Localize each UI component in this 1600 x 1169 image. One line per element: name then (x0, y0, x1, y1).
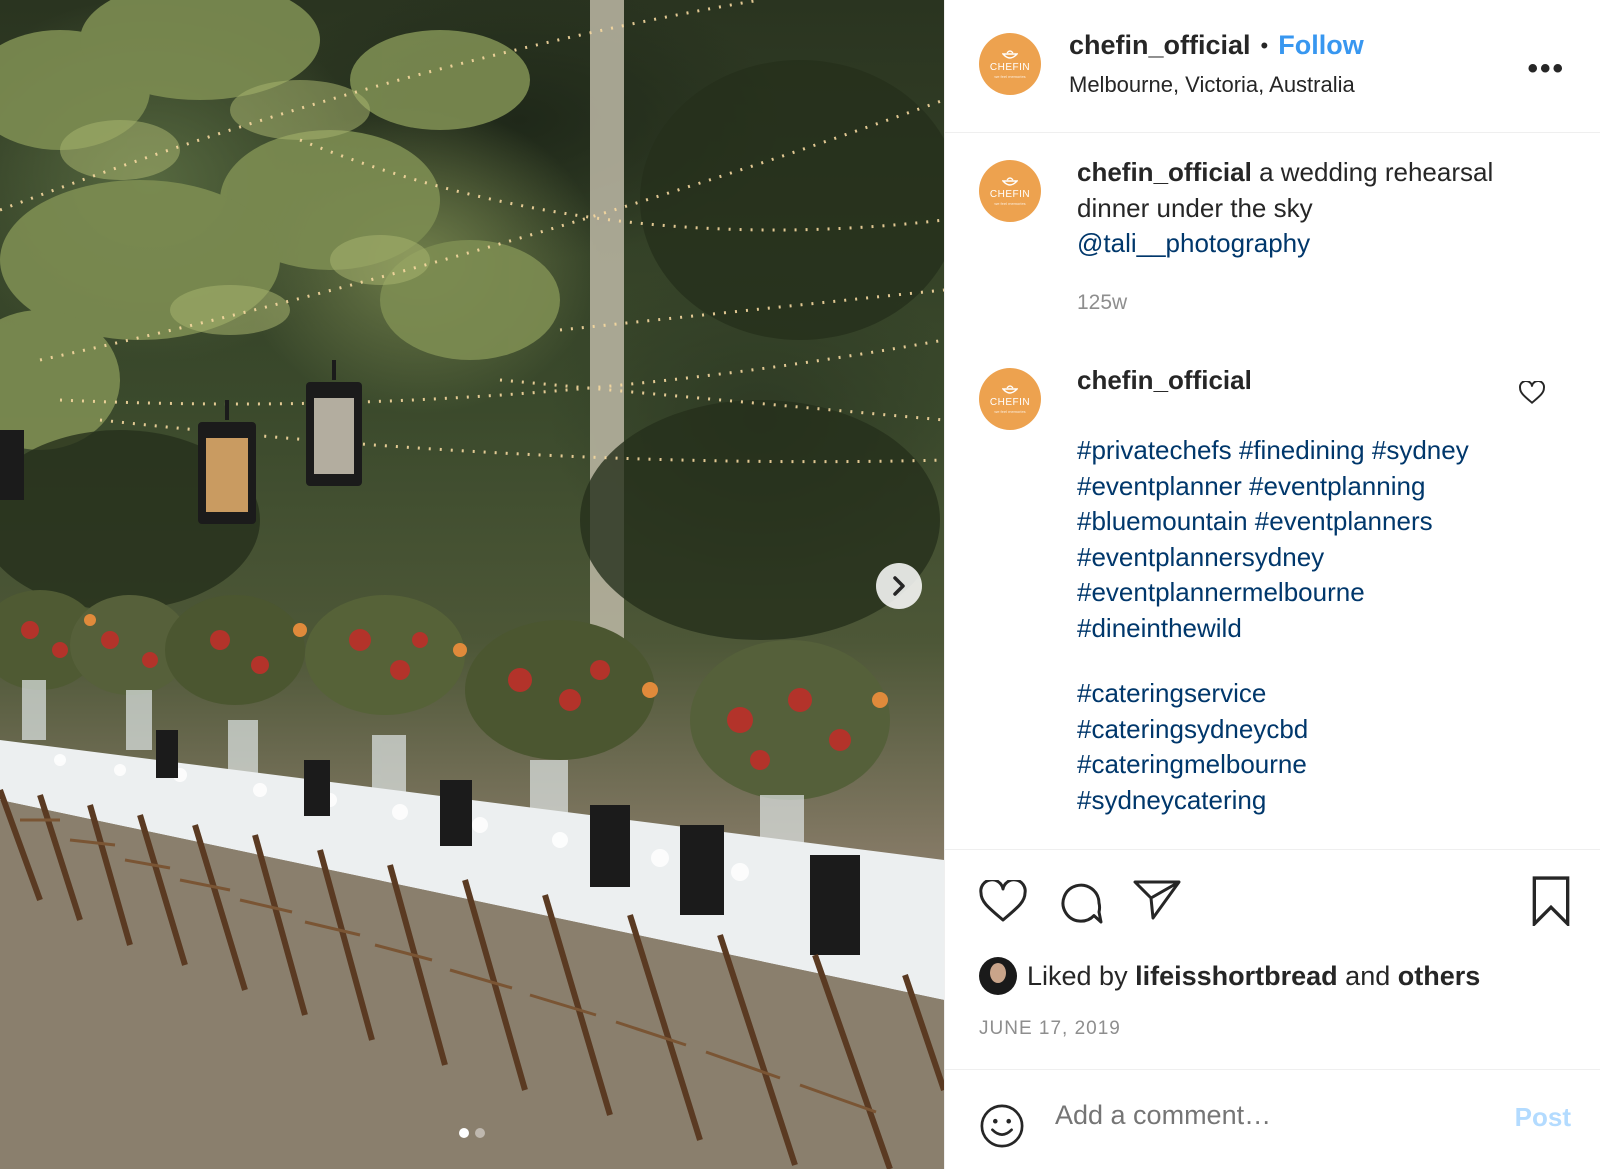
likes-middle: and (1345, 960, 1391, 991)
carousel-indicator (0, 1128, 944, 1138)
hashtag-line[interactable]: #privatechefs #finedining #sydney (1077, 433, 1557, 469)
comment-bubble-icon[interactable] (1057, 879, 1105, 927)
avatar-brand: CHEFIN (989, 188, 1031, 200)
chefin-logo-icon (1002, 49, 1018, 59)
post-date[interactable]: JUNE 17, 2019 (979, 1018, 1121, 1040)
comment-input[interactable] (1055, 1100, 1475, 1131)
follow-button[interactable]: Follow (1278, 30, 1363, 61)
hashtags-block-1: #privatechefs #finedining #sydney #event… (1077, 433, 1557, 646)
more-options-icon[interactable]: ••• (1527, 52, 1565, 86)
hashtag-line[interactable]: #dineinthewild (1077, 611, 1557, 647)
save-bookmark-icon[interactable] (1529, 876, 1573, 926)
share-send-icon[interactable] (1133, 878, 1181, 922)
like-heart-icon[interactable] (979, 880, 1027, 924)
caption-mention[interactable]: @tali__photography (1077, 228, 1310, 258)
hashtag-line[interactable]: #cateringservice (1077, 676, 1557, 712)
avatar-brand: CHEFIN (989, 396, 1031, 408)
liker-avatar[interactable] (979, 957, 1017, 995)
caption: chefin_official a wedding rehearsal dinn… (1077, 155, 1547, 262)
post-panel: CHEFIN we feel memories chefin_official … (944, 0, 1600, 1169)
emoji-smiley-icon[interactable] (979, 1103, 1025, 1149)
separator-dot: • (1260, 32, 1269, 58)
hashtag-line[interactable]: #eventplannersydney (1077, 540, 1557, 576)
liker-username[interactable]: lifeisshortbread (1135, 961, 1338, 992)
hashtag-line[interactable]: #bluemountain #eventplanners (1077, 504, 1557, 540)
hashtag-line[interactable]: #cateringsydneycbd (1077, 712, 1557, 748)
header-title-row: chefin_official • Follow (1069, 30, 1364, 61)
hashtag-line[interactable]: #sydneycatering (1077, 783, 1557, 819)
comment-username-link[interactable]: chefin_official (1077, 365, 1252, 395)
carousel-dot-active (459, 1128, 469, 1138)
avatar[interactable]: CHEFIN we feel memories (979, 33, 1041, 95)
comment-avatar[interactable]: CHEFIN we feel memories (979, 368, 1041, 430)
post-photo[interactable] (0, 0, 944, 1169)
post-header: CHEFIN we feel memories chefin_official … (945, 0, 1600, 133)
post-comment-button[interactable]: Post (1515, 1102, 1571, 1133)
avatar-tagline: we feel memories (994, 408, 1026, 414)
carousel-dot (475, 1128, 485, 1138)
photo-scene (0, 0, 944, 1169)
hashtags-block-2: #cateringservice #cateringsydneycbd #cat… (1077, 676, 1557, 818)
chevron-right-icon (893, 576, 905, 596)
avatar-tagline: we feel memories (994, 73, 1026, 79)
likes-others-link[interactable]: others (1398, 961, 1481, 992)
location-link[interactable]: Melbourne, Victoria, Australia (1069, 72, 1355, 98)
avatar-tagline: we feel memories (994, 200, 1026, 206)
like-comment-heart-icon[interactable] (1519, 381, 1545, 405)
avatar-brand: CHEFIN (989, 61, 1031, 73)
caption-username[interactable]: chefin_official (1077, 157, 1252, 187)
chefin-logo-icon (1002, 176, 1018, 186)
likes-prefix: Liked by (1027, 960, 1128, 991)
comment-bar: Post (945, 1069, 1600, 1169)
caption-avatar[interactable]: CHEFIN we feel memories (979, 160, 1041, 222)
carousel-next-button[interactable] (876, 563, 922, 609)
hashtag-line[interactable]: #cateringmelbourne (1077, 747, 1557, 783)
likes-summary: Liked by lifeisshortbread and others (979, 957, 1480, 995)
comment-username: chefin_official (1077, 363, 1547, 399)
username-link[interactable]: chefin_official (1069, 30, 1251, 61)
post-actions: Liked by lifeisshortbread and others JUN… (945, 849, 1600, 1069)
caption-time-ago[interactable]: 125w (1077, 291, 1127, 315)
hashtag-line[interactable]: #eventplanner #eventplanning (1077, 469, 1557, 505)
comments-area: CHEFIN we feel memories chefin_official … (945, 133, 1600, 849)
hashtag-line[interactable]: #eventplannermelbourne (1077, 575, 1557, 611)
chefin-logo-icon (1002, 384, 1018, 394)
